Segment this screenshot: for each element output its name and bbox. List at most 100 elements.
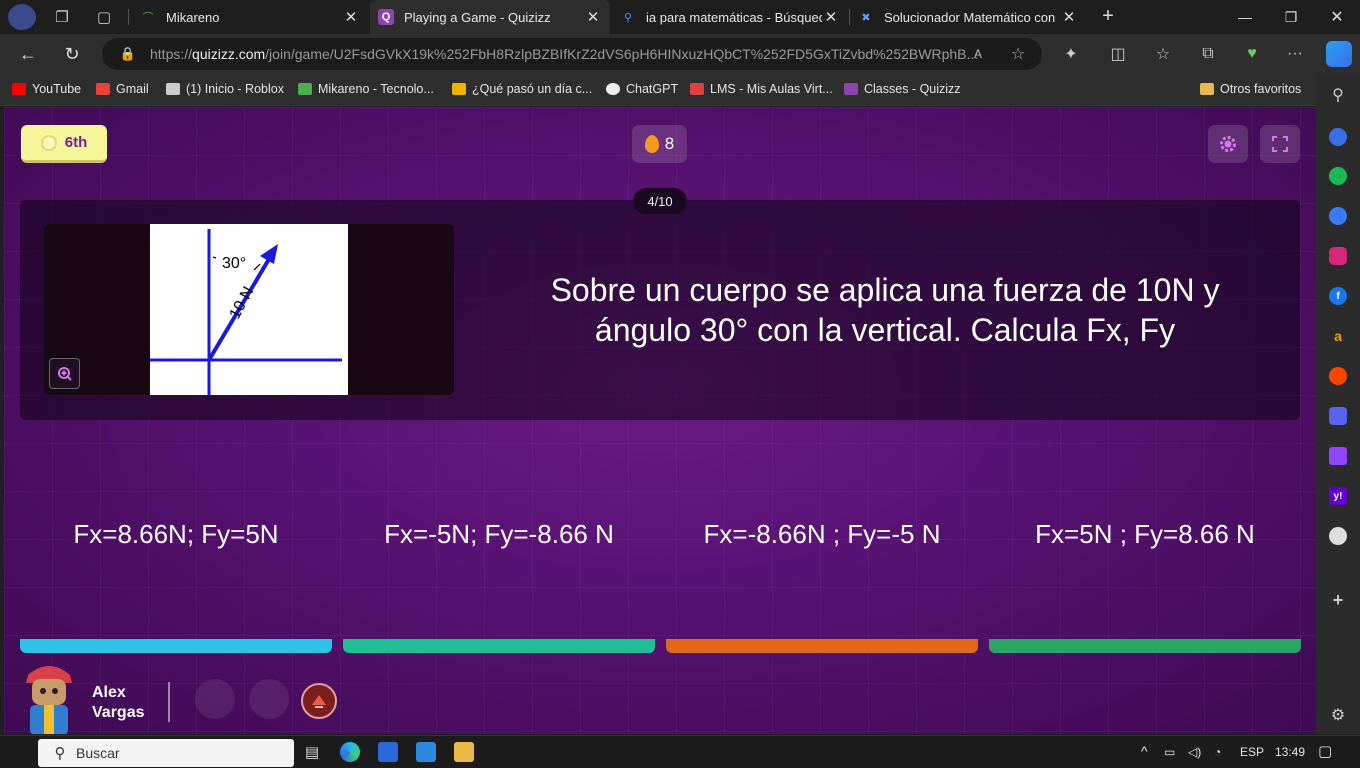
clock[interactable]: 13:49 bbox=[1275, 745, 1305, 759]
solver-favicon-icon: ✖ bbox=[861, 11, 871, 24]
close-tab-icon[interactable]: ✕ bbox=[822, 8, 840, 26]
quiz-game-area: 6th 8 30° 10 N Sobre un cuerpo se aplica… bbox=[4, 107, 1316, 734]
workspaces-icon[interactable]: ❐ bbox=[52, 7, 72, 27]
answer-option-4-bar[interactable] bbox=[989, 639, 1301, 653]
powerup-streak-icon bbox=[312, 695, 326, 708]
instagram-icon[interactable] bbox=[1329, 247, 1347, 265]
amazon-icon[interactable]: a bbox=[1329, 327, 1347, 345]
bookmark-roblox[interactable]: (1) Inicio - Roblox bbox=[166, 82, 284, 96]
browser-essentials-icon[interactable]: ♥ bbox=[1242, 44, 1262, 64]
sidebar-settings-icon[interactable]: ⚙ bbox=[1329, 706, 1347, 724]
add-sidebar-app-icon[interactable]: + bbox=[1329, 590, 1347, 610]
powerup-slot-2[interactable] bbox=[249, 679, 289, 719]
angle-label: 30° bbox=[222, 255, 246, 272]
tab-actions-icon[interactable]: ▢ bbox=[94, 7, 114, 27]
read-aloud-icon[interactable]: A bbox=[968, 44, 988, 64]
lock-icon[interactable]: 🔒 bbox=[118, 44, 138, 64]
language-indicator[interactable]: ESP bbox=[1240, 745, 1264, 759]
force-label: 10 N bbox=[227, 284, 258, 322]
url-prefix: https:// bbox=[150, 46, 193, 62]
messenger-icon[interactable] bbox=[1329, 207, 1347, 225]
refresh-icon[interactable]: ↻ bbox=[57, 40, 87, 68]
store-icon[interactable] bbox=[378, 742, 398, 762]
youtube-icon bbox=[12, 83, 26, 95]
answer-option-2-bar[interactable] bbox=[343, 639, 655, 653]
answer-option-1[interactable]: Fx=8.66N; Fy=5N bbox=[20, 519, 332, 559]
edge-taskbar-icon[interactable] bbox=[340, 742, 360, 762]
player-avatar bbox=[22, 657, 76, 734]
restore-icon[interactable]: ❐ bbox=[1268, 0, 1314, 34]
folder-icon bbox=[1200, 83, 1214, 95]
twitch-icon[interactable] bbox=[1329, 447, 1347, 465]
bookmark-youtube[interactable]: YouTube bbox=[12, 82, 81, 96]
extensions-icon[interactable]: ✦ bbox=[1061, 44, 1081, 64]
bookmark-gmail[interactable]: Gmail bbox=[96, 82, 149, 96]
new-tab-button[interactable]: + bbox=[1098, 5, 1118, 27]
split-screen-icon[interactable]: ◫ bbox=[1108, 44, 1128, 64]
favorite-star-icon[interactable]: ☆ bbox=[1008, 44, 1028, 64]
other-favorites[interactable]: Otros favoritos bbox=[1200, 82, 1301, 96]
tab-label: Playing a Game - Quizizz bbox=[404, 9, 551, 25]
close-tab-icon[interactable]: ✕ bbox=[584, 8, 602, 26]
bookmark-lms[interactable]: LMS - Mis Aulas Virt... bbox=[690, 82, 833, 96]
powerup-slot-1[interactable] bbox=[195, 679, 235, 719]
tab-quizizz[interactable]: Q Playing a Game - Quizizz ✕ bbox=[370, 0, 610, 34]
streak-value: 8 bbox=[664, 134, 675, 153]
url-bar[interactable]: 🔒 https://quizizz.com/join/game/U2FsdGVk… bbox=[102, 38, 1042, 70]
bookmark-que-paso[interactable]: ¿Qué pasó un día c... bbox=[452, 82, 592, 96]
copilot-icon[interactable] bbox=[1326, 41, 1352, 67]
bookmark-chatgpt[interactable]: ChatGPT bbox=[606, 82, 678, 96]
player-first-name: Alex bbox=[92, 684, 126, 701]
search-favicon-icon: ⚲ bbox=[623, 11, 633, 24]
close-tab-icon[interactable]: ✕ bbox=[1060, 8, 1078, 26]
chatgpt-sidebar-icon[interactable] bbox=[1329, 527, 1347, 545]
settings-button[interactable] bbox=[1208, 125, 1248, 163]
collections-icon[interactable]: ⧉ bbox=[1198, 44, 1218, 64]
mail-icon[interactable] bbox=[416, 742, 436, 762]
zoom-image-button[interactable] bbox=[49, 358, 80, 389]
quizizz-favicon-icon: Q bbox=[378, 9, 394, 25]
bookmark-classes-quizizz[interactable]: Classes - Quizizz bbox=[844, 82, 961, 96]
wifi-icon[interactable]: ◔ bbox=[1214, 745, 1221, 759]
battery-icon[interactable]: ▭ bbox=[1164, 745, 1175, 759]
back-icon[interactable]: ← bbox=[13, 40, 43, 68]
copilot-sidebar-icon[interactable] bbox=[1329, 128, 1347, 146]
arrow-head-icon bbox=[260, 244, 278, 264]
answer-option-2[interactable]: Fx=-5N; Fy=-8.66 N bbox=[343, 519, 655, 559]
sidebar-search-icon[interactable]: ⚲ bbox=[1329, 86, 1347, 104]
profile-avatar-icon[interactable] bbox=[8, 4, 36, 30]
reddit-icon[interactable] bbox=[1329, 367, 1347, 385]
taskbar-search-box[interactable]: ⚲ Buscar bbox=[38, 739, 294, 767]
favorites-icon[interactable]: ☆ bbox=[1153, 44, 1173, 64]
answer-option-4[interactable]: Fx=5N ; Fy=8.66 N bbox=[989, 519, 1301, 559]
bookmark-mikareno[interactable]: Mikareno - Tecnolo... bbox=[298, 82, 434, 96]
powerup-slot-3[interactable] bbox=[301, 683, 337, 719]
volume-icon[interactable]: ◁) bbox=[1188, 745, 1201, 759]
close-window-icon[interactable]: ✕ bbox=[1314, 0, 1360, 34]
avatar-figure bbox=[26, 666, 72, 734]
fullscreen-button[interactable] bbox=[1260, 125, 1300, 163]
show-hidden-icons[interactable]: ^ bbox=[1141, 743, 1148, 759]
bookmark-label: Gmail bbox=[116, 82, 149, 96]
tab-label: Solucionador Matemático con IA bbox=[884, 9, 1060, 25]
answer-option-3-bar[interactable] bbox=[666, 639, 978, 653]
gear-icon bbox=[1220, 136, 1236, 152]
discord-icon[interactable] bbox=[1329, 407, 1347, 425]
tab-busqueda[interactable]: ⚲ ia para matemáticas - Búsqueda ✕ bbox=[612, 0, 848, 34]
notifications-icon[interactable]: ▢ bbox=[1318, 742, 1332, 760]
facebook-icon[interactable]: f bbox=[1329, 287, 1347, 305]
close-tab-icon[interactable]: ✕ bbox=[342, 8, 360, 26]
spotify-icon[interactable] bbox=[1329, 167, 1347, 185]
more-menu-icon[interactable]: ··· bbox=[1285, 44, 1305, 64]
answer-option-1-bar[interactable] bbox=[20, 639, 332, 653]
minimize-icon[interactable]: — bbox=[1222, 0, 1268, 34]
yahoo-icon[interactable]: y! bbox=[1329, 487, 1347, 505]
file-explorer-icon[interactable] bbox=[454, 742, 474, 762]
task-view-icon[interactable]: ▤ bbox=[302, 742, 322, 762]
bookmark-label: LMS - Mis Aulas Virt... bbox=[710, 82, 833, 96]
answer-option-3[interactable]: Fx=-8.66N ; Fy=-5 N bbox=[666, 519, 978, 559]
tab-solucionador[interactable]: ✖ Solucionador Matemático con IA ✕ bbox=[850, 0, 1086, 34]
player-last-name: Vargas bbox=[92, 704, 145, 721]
tab-mikareno[interactable]: ⌒ Mikareno ✕ bbox=[132, 0, 368, 34]
windows-start-icon[interactable] bbox=[9, 742, 29, 762]
